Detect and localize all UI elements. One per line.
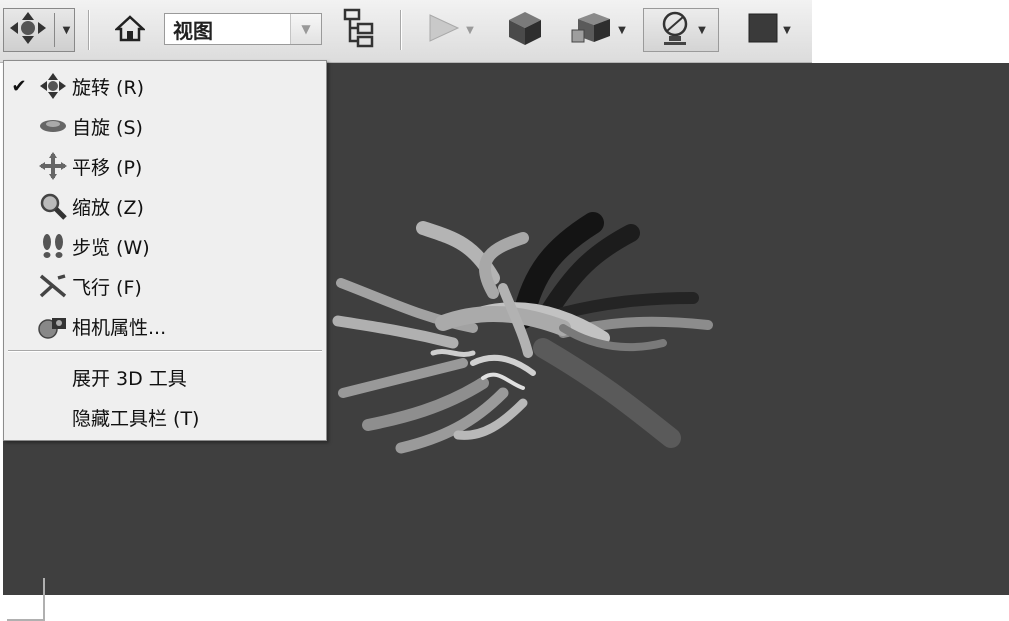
navigate-icon bbox=[8, 10, 48, 50]
chevron-down-icon[interactable]: ▼ bbox=[290, 14, 321, 44]
lighting-button[interactable]: ▼ bbox=[643, 8, 719, 52]
toolbar-separator bbox=[88, 10, 90, 50]
menu-item-expand-3d-tools[interactable]: 展开 3D 工具 bbox=[4, 358, 326, 396]
menu-item-label: 相机属性... bbox=[72, 316, 167, 339]
walk-icon bbox=[34, 232, 72, 260]
menu-item-label: 隐藏工具栏 (T) bbox=[72, 407, 200, 430]
light-icon bbox=[656, 9, 694, 51]
play-button[interactable]: ▼ bbox=[418, 8, 482, 52]
menu-separator bbox=[8, 350, 322, 352]
cube-icon bbox=[506, 9, 544, 51]
view-select[interactable]: 视图 ▼ bbox=[164, 13, 322, 45]
menu-item-camera-properties[interactable]: 相机属性... bbox=[4, 307, 326, 345]
spin-icon bbox=[34, 116, 72, 136]
menu-item-fly[interactable]: 飞行 (F) bbox=[4, 267, 326, 305]
render-mode-button[interactable]: ▼ bbox=[564, 8, 632, 52]
render-cube-icon bbox=[570, 10, 614, 50]
navigation-tool-button[interactable]: ▼ bbox=[3, 8, 75, 52]
menu-item-pan[interactable]: 平移 (P) bbox=[4, 147, 326, 185]
view-select-value: 视图 bbox=[173, 18, 213, 43]
camera-properties-icon bbox=[34, 312, 72, 340]
menu-item-label: 步览 (W) bbox=[72, 236, 150, 259]
pan-icon bbox=[34, 152, 72, 180]
y-axis-indicator bbox=[43, 578, 45, 620]
model-tree-button[interactable] bbox=[336, 8, 382, 52]
menu-item-walk[interactable]: 步览 (W) bbox=[4, 227, 326, 265]
play-dropdown-arrow[interactable]: ▼ bbox=[466, 25, 474, 36]
home-icon bbox=[113, 14, 147, 46]
rotate-icon bbox=[34, 72, 72, 100]
menu-item-hide-toolbar[interactable]: 隐藏工具栏 (T) bbox=[4, 398, 326, 436]
model-tree-icon bbox=[342, 8, 376, 52]
background-color-button[interactable]: ▼ bbox=[734, 8, 804, 52]
render-mode-dropdown-arrow[interactable]: ▼ bbox=[618, 25, 626, 36]
model-render-button[interactable] bbox=[500, 8, 550, 52]
menu-item-spin[interactable]: 自旋 (S) bbox=[4, 107, 326, 145]
check-icon: ✔ bbox=[11, 75, 27, 97]
home-button[interactable] bbox=[110, 8, 150, 52]
menu-item-label: 自旋 (S) bbox=[72, 116, 143, 139]
lighting-dropdown-arrow[interactable]: ▼ bbox=[698, 25, 706, 36]
play-icon bbox=[426, 12, 462, 48]
menu-item-label: 展开 3D 工具 bbox=[72, 367, 187, 390]
menu-item-label: 旋转 (R) bbox=[72, 76, 145, 99]
menu-item-label: 缩放 (Z) bbox=[72, 196, 144, 219]
menu-item-rotate[interactable]: ✔ 旋转 (R) bbox=[4, 67, 326, 105]
toolbar-separator bbox=[400, 10, 402, 50]
background-color-icon bbox=[747, 12, 779, 48]
menu-item-label: 平移 (P) bbox=[72, 156, 143, 179]
zoom-icon bbox=[34, 192, 72, 220]
3d-toolbar: ▼ 视图 ▼ ▼ ▼ ▼ ▼ bbox=[0, 0, 812, 63]
fly-icon bbox=[34, 272, 72, 300]
navigation-dropdown-menu: ✔ 旋转 (R) 自旋 (S) 平移 (P) 缩放 (Z) 步览 (W) 飞行 … bbox=[3, 60, 327, 441]
navigate-dropdown-arrow[interactable]: ▼ bbox=[63, 25, 71, 36]
menu-item-label: 飞行 (F) bbox=[72, 276, 142, 299]
background-dropdown-arrow[interactable]: ▼ bbox=[783, 25, 791, 36]
menu-item-zoom[interactable]: 缩放 (Z) bbox=[4, 187, 326, 225]
